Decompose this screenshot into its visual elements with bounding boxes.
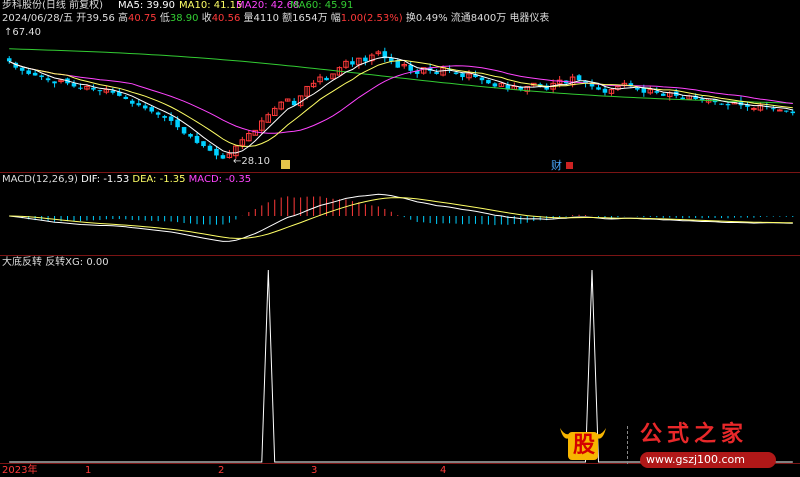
candle-body-down xyxy=(660,93,666,96)
candle-body-down xyxy=(460,73,465,78)
candle-body-down xyxy=(6,58,12,62)
watermark-divider xyxy=(627,426,629,464)
candle-body-down xyxy=(492,83,498,87)
candle-body-down xyxy=(155,112,161,115)
candle-body-down xyxy=(45,78,51,81)
candle-body-down xyxy=(207,145,213,151)
chart-canvas[interactable] xyxy=(0,0,800,476)
candle-body-down xyxy=(162,116,167,118)
candle-body-down xyxy=(324,77,329,81)
candle-body-down xyxy=(71,83,77,87)
candle-body-down xyxy=(214,148,219,156)
candle-body-down xyxy=(142,105,148,109)
candle-body-down xyxy=(479,77,485,81)
candle-body-down xyxy=(194,135,200,143)
dif-line xyxy=(9,193,793,242)
candle-body-down xyxy=(453,72,459,74)
candle-body-down xyxy=(110,90,116,93)
candle-body-down xyxy=(78,87,83,89)
candle-body-down xyxy=(32,72,38,76)
candle-body-down xyxy=(434,72,439,74)
candle-body-down xyxy=(130,100,135,104)
watermark-logo: 股 xyxy=(556,422,610,462)
candle-body-down xyxy=(576,75,582,81)
candle-body-up xyxy=(751,107,757,110)
candle-body-down xyxy=(26,70,31,74)
candle-body-down xyxy=(181,127,187,134)
candle-body-down xyxy=(350,61,355,65)
candle-body-down xyxy=(784,110,789,112)
ma5-line xyxy=(8,56,793,154)
watermark-logo-char: 股 xyxy=(573,432,596,458)
watermark-url: www.gszj100.com xyxy=(646,453,746,466)
ma10-line xyxy=(8,59,793,147)
candle-body-down xyxy=(201,141,206,147)
candle-body-down xyxy=(486,79,491,84)
candle-body-down xyxy=(596,87,601,90)
candle-body-down xyxy=(363,57,368,62)
candle-body-down xyxy=(790,111,796,114)
candle-body-down xyxy=(136,103,142,106)
candle-body-down xyxy=(719,103,724,105)
candle-body-down xyxy=(635,88,640,90)
candle-body-down xyxy=(123,96,129,99)
candle-body-down xyxy=(725,103,731,106)
candle-body-down xyxy=(654,91,660,93)
watermark-name: 公式之家 xyxy=(640,422,749,447)
candle-body-up xyxy=(777,109,783,112)
candle-body-down xyxy=(52,81,57,84)
candle-body-down xyxy=(91,87,96,90)
candle-body-down xyxy=(168,116,174,121)
candle-body-down xyxy=(188,134,193,137)
candle-body-down xyxy=(149,107,154,112)
candle-body-down xyxy=(680,97,685,99)
candle-body-down xyxy=(175,119,180,128)
candle-body-down xyxy=(19,67,25,71)
dea-line xyxy=(9,197,793,239)
candle-body-down xyxy=(771,108,776,110)
candle-body-down xyxy=(97,90,103,92)
candle-body-down xyxy=(641,88,647,93)
candle-body-down xyxy=(602,88,608,93)
candle-body-down xyxy=(220,155,226,159)
candle-body-down xyxy=(39,75,44,78)
